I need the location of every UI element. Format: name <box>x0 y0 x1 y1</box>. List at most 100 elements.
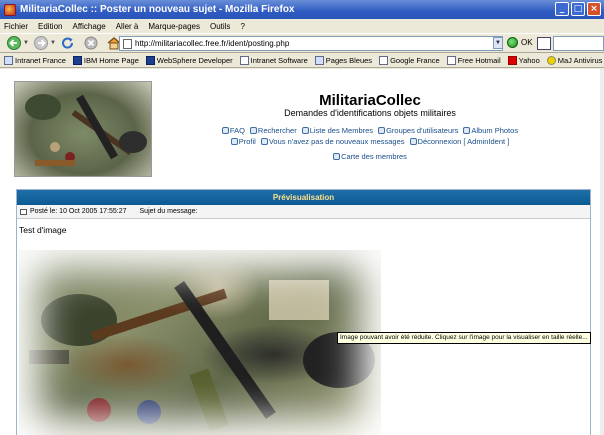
posted-image[interactable] <box>19 250 381 435</box>
back-button[interactable]: ▼ <box>4 35 29 51</box>
subject-label: Sujet du message: <box>139 208 198 215</box>
memberlist-label: Liste des Membres <box>309 126 374 135</box>
page-icon <box>446 56 456 65</box>
member-map-label: Carte des membres <box>341 152 407 161</box>
minimize-button[interactable]: _ <box>555 2 569 16</box>
forward-button[interactable]: ▼ <box>31 35 56 51</box>
bookmark-label: Free Hotmail <box>457 56 501 65</box>
url-field[interactable]: http://militariacollec.free.fr/ident/pos… <box>119 36 503 51</box>
menu-fichier[interactable]: Fichier <box>4 22 28 31</box>
usergroups-link[interactable]: Groupes d'utilisateurs <box>378 125 458 136</box>
forward-arrow-icon <box>34 36 48 50</box>
bookmark-ibm-home[interactable]: IBM Home Page <box>72 56 139 65</box>
logout-label: Déconnexion [ AdminIdent ] <box>417 137 510 146</box>
bookmark-google-france[interactable]: Google France <box>379 56 440 65</box>
logout-icon <box>409 138 417 145</box>
menu-outils[interactable]: Outils <box>210 22 230 31</box>
back-dropdown-icon[interactable]: ▼ <box>23 40 29 46</box>
bookmark-free-hotmail[interactable]: Free Hotmail <box>446 56 501 65</box>
bookmark-label: Intranet France <box>15 56 66 65</box>
map-icon <box>333 153 341 160</box>
ibm-icon <box>72 56 82 65</box>
memberlist-link[interactable]: Liste des Membres <box>301 125 374 136</box>
menu-edition[interactable]: Edition <box>38 22 62 31</box>
page-content: MilitariaCollec Demandes d'identificatio… <box>0 69 604 435</box>
member-map-link[interactable]: Carte des membres <box>333 151 407 162</box>
back-arrow-icon <box>7 36 21 50</box>
stop-button[interactable] <box>81 35 101 51</box>
album-link[interactable]: Album Photos <box>463 125 518 136</box>
bookmark-label: Pages Bleues <box>325 56 373 65</box>
album-icon <box>463 127 471 134</box>
bookmark-label: Intranet Software <box>250 56 308 65</box>
bookmark-yahoo[interactable]: Yahoo <box>507 56 540 65</box>
profile-link[interactable]: Profil <box>230 136 256 147</box>
bookmark-maj-antivirus[interactable]: MaJ Antivirus <box>546 56 603 65</box>
navigation-toolbar: ▼ ▼ http://militariacollec.free.fr/ident… <box>0 33 604 53</box>
menu-affichage[interactable]: Affichage <box>72 22 105 31</box>
antivirus-icon <box>546 56 556 65</box>
go-label: OK <box>521 38 533 47</box>
title-bar: MilitariaCollec :: Poster un nouveau suj… <box>0 0 604 19</box>
militaria-photo <box>29 280 375 432</box>
maximize-button[interactable]: □ <box>571 2 585 16</box>
faq-icon <box>221 127 229 134</box>
usergroups-label: Groupes d'utilisateurs <box>386 126 459 135</box>
messages-icon <box>260 138 268 145</box>
profile-label: Profil <box>238 137 256 146</box>
go-icon <box>507 37 518 48</box>
bookmark-icon <box>4 56 13 65</box>
window-title: MilitariaCollec :: Poster un nouveau suj… <box>20 4 295 15</box>
bookmark-label: WebSphere Developer <box>156 56 233 65</box>
reload-button[interactable] <box>58 35 78 51</box>
bookmarks-toolbar: Intranet France IBM Home Page WebSphere … <box>0 54 604 68</box>
url-dropdown-icon[interactable]: ▼ <box>493 37 503 49</box>
bookmark-label: Yahoo <box>518 56 540 65</box>
site-description: Demandes d'identifications objets milita… <box>284 108 456 118</box>
bookmark-intranet-software[interactable]: Intranet Software <box>239 56 308 65</box>
groups-icon <box>378 127 386 134</box>
page-icon <box>123 39 132 49</box>
bookmark-icon <box>314 56 324 65</box>
bookmark-label: Google France <box>390 56 440 65</box>
members-icon <box>301 127 309 134</box>
bookmark-websphere[interactable]: WebSphere Developer <box>145 56 233 65</box>
page-icon <box>239 56 249 65</box>
bookmark-intranet-france[interactable]: Intranet France <box>4 56 66 65</box>
preview-header: Prévisualisation <box>17 190 590 205</box>
logout-link[interactable]: Déconnexion [ AdminIdent ] <box>409 136 510 147</box>
forward-dropdown-icon[interactable]: ▼ <box>50 40 56 46</box>
bookmark-label: MaJ Antivirus <box>557 56 603 65</box>
post-icon <box>20 208 27 215</box>
search-label: Rechercher <box>257 126 297 135</box>
close-button[interactable]: × <box>587 2 601 16</box>
search-icon <box>249 127 257 134</box>
image-tooltip: Image pouvant avoir été réduite. Cliquez… <box>337 332 591 344</box>
post-date: Posté le: 10 Oct 2005 17:55:27 <box>30 208 127 215</box>
menu-bar: Fichier Edition Affichage Aller à Marque… <box>0 19 604 33</box>
faq-label: FAQ <box>229 126 245 135</box>
ibm-icon <box>145 56 155 65</box>
faq-link[interactable]: FAQ <box>221 125 245 136</box>
menu-help[interactable]: ? <box>240 22 244 31</box>
messages-label: Vous n'avez pas de nouveaux messages <box>268 137 405 146</box>
firefox-icon <box>4 3 16 16</box>
page-icon <box>379 56 389 65</box>
reload-icon <box>62 37 74 49</box>
page-scrollbar[interactable] <box>600 69 604 435</box>
menu-marque-pages[interactable]: Marque-pages <box>148 22 200 31</box>
bookmark-pages-bleues[interactable]: Pages Bleues <box>314 56 373 65</box>
preview-panel: Prévisualisation Posté le: 10 Oct 2005 1… <box>16 189 591 435</box>
url-text: http://militariacollec.free.fr/ident/pos… <box>135 39 290 48</box>
menu-aller[interactable]: Aller à <box>116 22 139 31</box>
messages-link[interactable]: Vous n'avez pas de nouveaux messages <box>260 136 405 147</box>
search-input[interactable] <box>553 36 604 51</box>
search-link[interactable]: Rechercher <box>249 125 297 136</box>
album-label: Album Photos <box>471 126 519 135</box>
search-engine-icon[interactable] <box>537 37 551 50</box>
go-button[interactable]: OK <box>507 37 533 48</box>
profile-icon <box>230 138 238 145</box>
site-logo-photo[interactable] <box>14 81 152 177</box>
yahoo-icon <box>507 56 517 65</box>
site-title: MilitariaCollec <box>319 92 421 109</box>
